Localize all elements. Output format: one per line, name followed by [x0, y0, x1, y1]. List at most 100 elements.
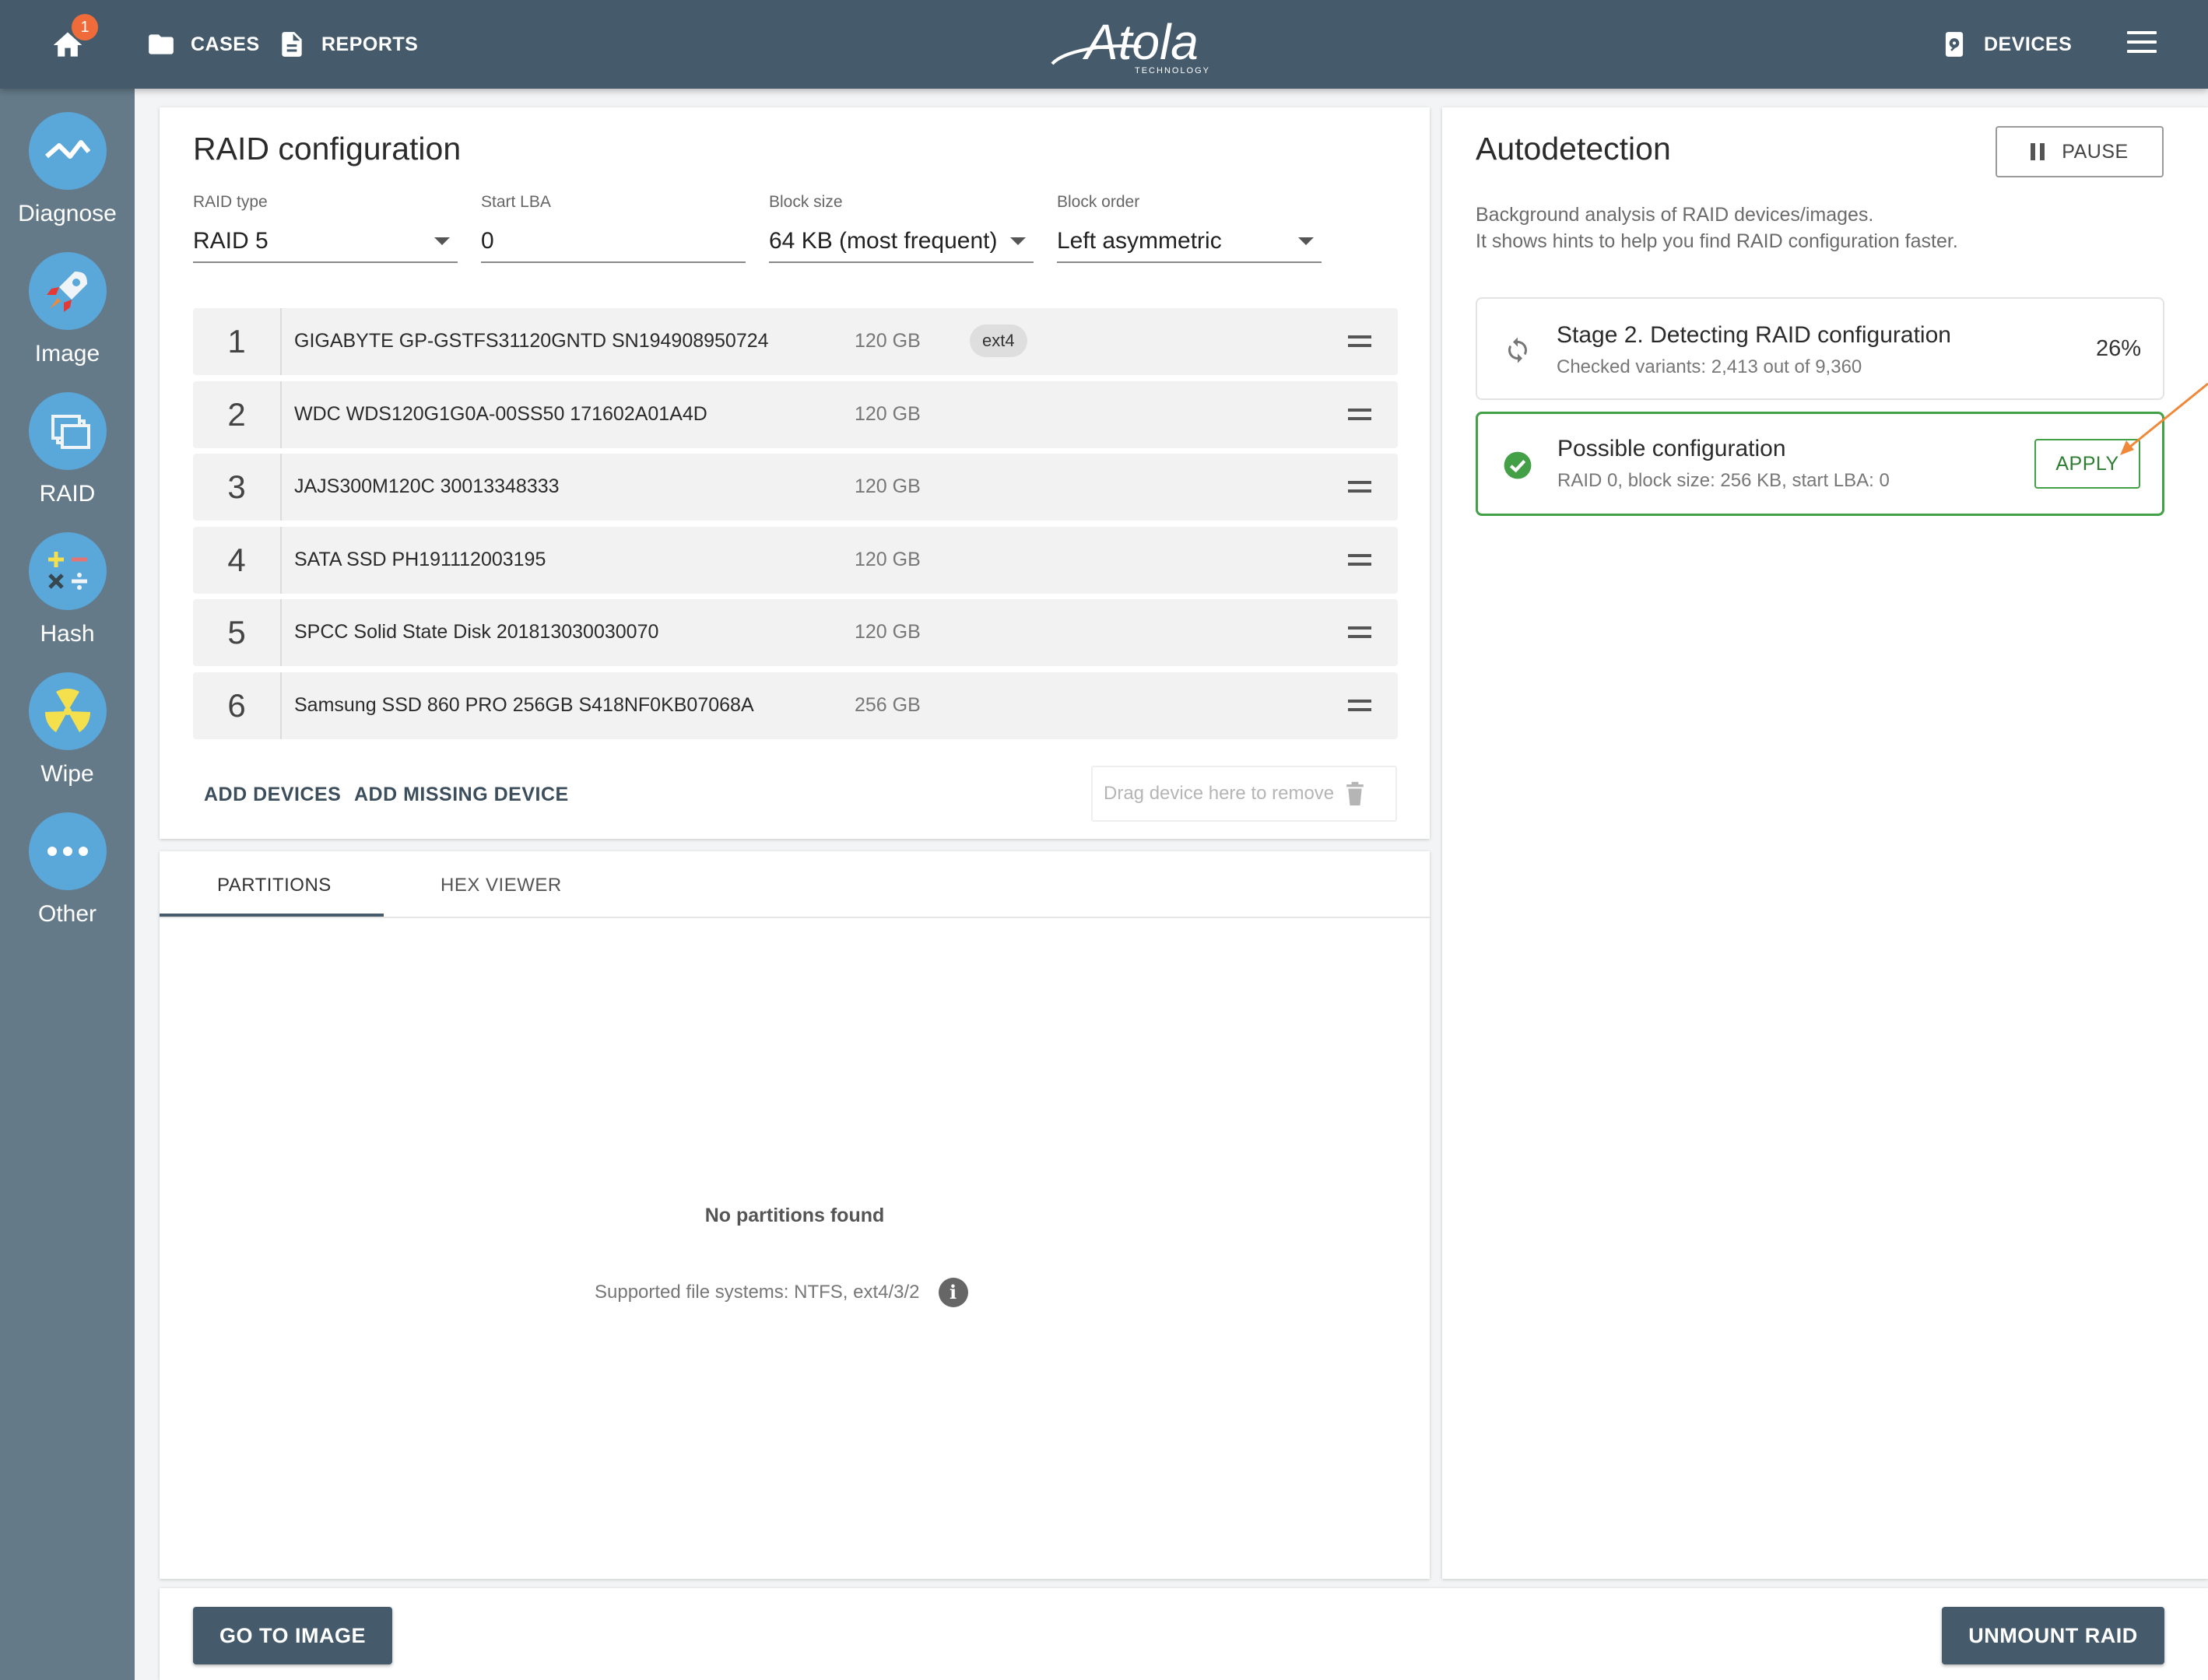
document-icon: [282, 32, 302, 57]
sync-icon: [1508, 337, 1527, 363]
device-name: SPCC Solid State Disk 201813030030070: [294, 621, 659, 643]
atola-logo: Atola TECHNOLOGY: [1048, 12, 1227, 76]
filesystem-chip: ext4: [970, 324, 1027, 357]
svg-text:Atola: Atola: [1082, 14, 1199, 70]
autodetection-desc-line2: It shows hints to help you find RAID con…: [1476, 230, 1958, 252]
footer-bar: [160, 1588, 2208, 1680]
raid-type-label: RAID type: [193, 193, 268, 211]
stage-percent: 26%: [2095, 336, 2141, 361]
sidebar-item-label: Image: [34, 341, 100, 367]
annotation-arrow: [2120, 382, 2208, 455]
sidebar-item-image[interactable]: Image: [0, 252, 135, 367]
start-lba-value: 0: [481, 228, 494, 254]
device-name: WDC WDS120G1G0A-00SS50 171602A01A4D: [294, 403, 707, 425]
tab-partitions[interactable]: PARTITIONS: [217, 875, 332, 896]
block-order-value: Left asymmetric: [1057, 228, 1222, 254]
empty-state-title: No partitions found: [704, 1205, 885, 1226]
device-icon: [1945, 32, 1964, 57]
device-number: 3: [193, 454, 282, 521]
chevron-down-icon: [1010, 237, 1026, 245]
drag-handle-icon[interactable]: [1348, 700, 1371, 712]
supported-fs-text: Supported file systems: NTFS, ext4/3/2: [595, 1282, 920, 1303]
device-size: 120 GB: [855, 475, 921, 497]
sidebar-item-label: Wipe: [40, 761, 94, 787]
device-number: 1: [193, 308, 282, 375]
add-missing-device-button[interactable]: ADD MISSING DEVICE: [354, 784, 569, 806]
cases-label: CASES: [191, 33, 260, 55]
device-name: GIGABYTE GP-GSTFS31120GNTD SN19490895072…: [294, 330, 769, 352]
add-devices-button[interactable]: ADD DEVICES: [204, 784, 341, 806]
sidebar-item-label: RAID: [39, 481, 96, 507]
stage-progress-box: Stage 2. Detecting RAID configuration Ch…: [1476, 297, 2164, 400]
block-order-select[interactable]: Block order Left asymmetric: [1057, 193, 1322, 263]
raid-type-value: RAID 5: [193, 228, 269, 254]
pause-label: PAUSE: [2062, 140, 2129, 163]
more-icon: [47, 847, 88, 856]
sidebar-item-other[interactable]: Other: [0, 812, 135, 928]
pause-icon: [2031, 143, 2045, 160]
remove-drop-zone[interactable]: Drag device here to remove: [1091, 766, 1397, 822]
check-circle-icon: [1504, 451, 1532, 479]
hash-icon: [47, 552, 87, 590]
sidebar-item-diagnose[interactable]: Diagnose: [0, 112, 135, 227]
device-name: Samsung SSD 860 PRO 256GB S418NF0KB07068…: [294, 694, 754, 716]
device-size: 120 GB: [855, 549, 921, 570]
sidebar-item-raid[interactable]: RAID: [0, 392, 135, 507]
device-size: 256 GB: [855, 694, 921, 716]
start-lba-input[interactable]: Start LBA 0: [481, 193, 746, 263]
device-name: SATA SSD PH191112003195: [294, 549, 546, 570]
raid-icon: [51, 415, 90, 449]
reports-link[interactable]: REPORTS: [277, 25, 418, 64]
cases-link[interactable]: CASES: [146, 25, 260, 64]
notification-badge[interactable]: 1: [72, 14, 98, 40]
active-tab-indicator: [160, 914, 384, 917]
tabs-divider: [160, 917, 1430, 918]
diagnose-icon: [44, 140, 90, 159]
drag-handle-icon[interactable]: [1348, 481, 1371, 493]
chevron-down-icon: [1298, 237, 1314, 245]
drag-handle-icon[interactable]: [1348, 409, 1371, 421]
device-row[interactable]: 5 SPCC Solid State Disk 201813030030070 …: [193, 599, 1398, 666]
device-number: 4: [193, 527, 282, 594]
empty-state-subtitle: Supported file systems: NTFS, ext4/3/2 i: [595, 1278, 968, 1307]
raid-type-select[interactable]: RAID type RAID 5: [193, 193, 458, 263]
hamburger-menu-icon[interactable]: [2127, 31, 2157, 58]
device-row[interactable]: 6 Samsung SSD 860 PRO 256GB S418NF0KB070…: [193, 672, 1398, 739]
start-lba-label: Start LBA: [481, 193, 551, 211]
sidebar-item-wipe[interactable]: Wipe: [0, 672, 135, 787]
block-size-value: 64 KB (most frequent): [769, 228, 998, 254]
device-name: JAJS300M120C 30013348333: [294, 475, 560, 497]
possible-config-box: Possible configuration RAID 0, block siz…: [1476, 412, 2164, 516]
tab-hex-viewer[interactable]: HEX VIEWER: [441, 875, 562, 896]
stage-subtitle: Checked variants: 2,413 out of 9,360: [1557, 356, 1862, 377]
device-row[interactable]: 3 JAJS300M120C 30013348333 120 GB: [193, 454, 1398, 521]
device-size: 120 GB: [855, 403, 921, 425]
block-size-label: Block size: [769, 193, 843, 211]
stage-title: Stage 2. Detecting RAID configuration: [1557, 322, 1951, 348]
drag-handle-icon[interactable]: [1348, 626, 1371, 639]
sidebar: Diagnose Image RAID Hash Wipe Other: [0, 89, 135, 1680]
drag-handle-icon[interactable]: [1348, 335, 1371, 348]
device-size: 120 GB: [855, 621, 921, 643]
device-size: 120 GB: [855, 330, 921, 352]
drag-handle-icon[interactable]: [1348, 554, 1371, 566]
rocket-icon: [46, 272, 87, 312]
chevron-down-icon: [434, 237, 450, 245]
pause-button[interactable]: PAUSE: [1996, 126, 2164, 177]
go-to-image-button[interactable]: GO TO IMAGE: [193, 1607, 392, 1664]
sidebar-item-hash[interactable]: Hash: [0, 532, 135, 647]
info-icon[interactable]: i: [938, 1278, 968, 1307]
block-size-select[interactable]: Block size 64 KB (most frequent): [769, 193, 1034, 263]
svg-text:TECHNOLOGY: TECHNOLOGY: [1135, 66, 1210, 75]
unmount-raid-button[interactable]: UNMOUNT RAID: [1942, 1607, 2164, 1664]
devices-label: DEVICES: [1984, 33, 2073, 55]
device-row[interactable]: 4 SATA SSD PH191112003195 120 GB: [193, 527, 1398, 594]
device-number: 5: [193, 599, 282, 666]
trash-icon: [1346, 781, 1364, 806]
block-order-label: Block order: [1057, 193, 1140, 211]
sidebar-item-label: Other: [37, 901, 97, 927]
autodetection-title: Autodetection: [1476, 131, 1671, 167]
devices-link[interactable]: DEVICES: [1939, 25, 2072, 64]
device-row[interactable]: 1 GIGABYTE GP-GSTFS31120GNTD SN194908950…: [193, 308, 1398, 375]
device-row[interactable]: 2 WDC WDS120G1G0A-00SS50 171602A01A4D 12…: [193, 381, 1398, 448]
